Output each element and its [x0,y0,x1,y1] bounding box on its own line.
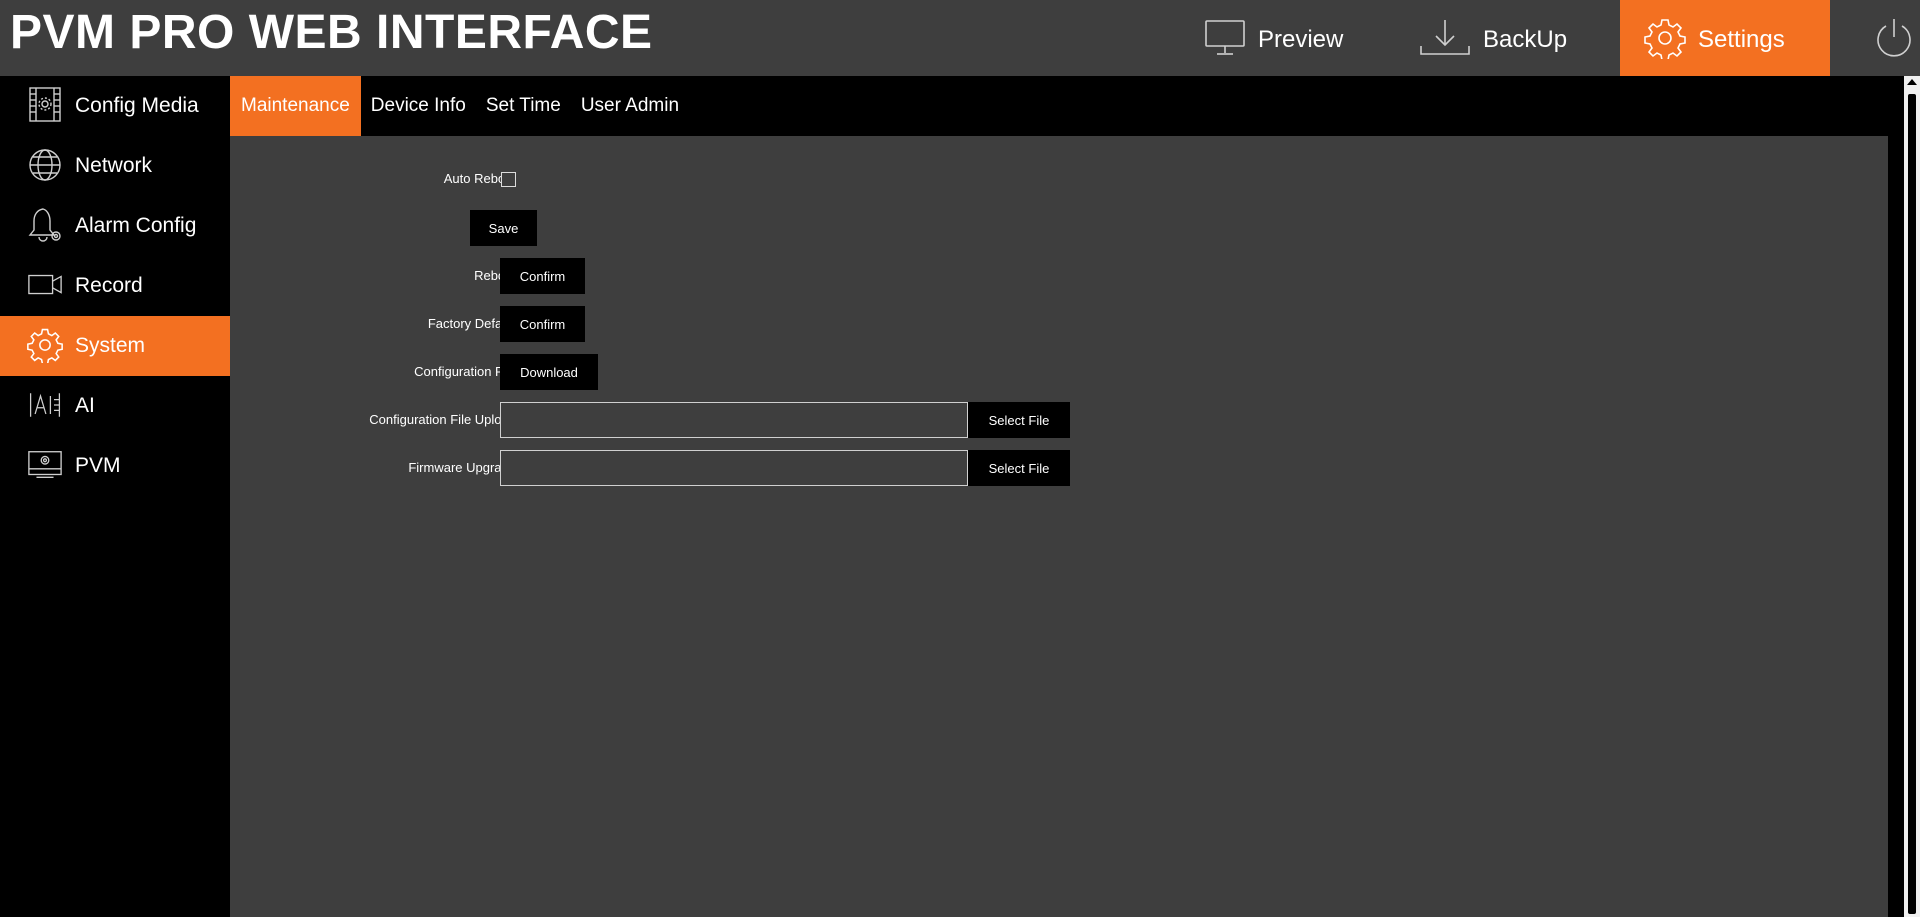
sidebar-item-label: PVM [75,454,121,477]
nav-backup[interactable]: BackUp [1419,0,1567,76]
auto-reboot-checkbox[interactable] [501,172,516,187]
sidebar-item-ai[interactable]: AI [0,376,230,436]
tab-set-time[interactable]: Set Time [476,76,571,136]
tab-bar: Maintenance Device Info Set Time User Ad… [230,76,1898,136]
video-camera-icon [27,266,63,304]
tab-user-admin[interactable]: User Admin [571,76,689,136]
sidebar-item-label: Alarm Config [75,214,197,237]
sidebar-item-system[interactable]: System [0,316,230,376]
top-bar: PVM PRO WEB INTERFACE Preview BackUp Set… [0,0,1920,76]
scroll-up-arrow-icon[interactable] [1907,79,1917,85]
scrollbar-thumb[interactable] [1908,94,1916,914]
sidebar-item-record[interactable]: Record [0,256,230,316]
reboot-confirm-button[interactable]: Confirm [500,258,585,294]
bell-icon [27,206,63,244]
firmware-select-file-button[interactable]: Select File [968,450,1070,486]
download-icon [1419,18,1471,58]
tab-maintenance[interactable]: Maintenance [230,76,361,136]
firmware-upgrade-field[interactable] [500,450,968,486]
scrollbar[interactable] [1904,76,1920,917]
sidebar: Config Media Network Alarm Config Record… [0,76,230,917]
sidebar-item-label: Record [75,274,143,297]
globe-icon [27,146,63,184]
nav-settings-label: Settings [1698,26,1785,53]
nav-preview[interactable]: Preview [1204,0,1343,76]
configuration-select-file-button[interactable]: Select File [968,402,1070,438]
sidebar-item-pvm[interactable]: PVM [0,436,230,496]
configuration-upload-label: Configuration File Upload [369,412,516,427]
power-icon [1874,19,1914,63]
gear-icon [1644,17,1686,59]
tab-device-info[interactable]: Device Info [361,76,476,136]
maintenance-panel: Auto Reboot Save Reboot Confirm Factory … [230,136,1888,917]
save-button[interactable]: Save [470,210,537,246]
nav-backup-label: BackUp [1483,26,1568,53]
gear-icon [27,326,63,364]
sidebar-item-label: Config Media [75,94,199,117]
configuration-download-button[interactable]: Download [500,354,598,390]
sidebar-item-config-media[interactable]: Config Media [0,76,230,136]
sidebar-item-label: System [75,334,146,357]
sidebar-item-label: AI [75,394,95,417]
film-config-icon [27,86,63,124]
sidebar-item-alarm-config[interactable]: Alarm Config [0,196,230,256]
app-title: PVM PRO WEB INTERFACE [10,6,653,59]
sidebar-item-label: Network [75,154,153,177]
factory-default-confirm-button[interactable]: Confirm [500,306,585,342]
sidebar-item-network[interactable]: Network [0,136,230,196]
pvm-monitor-icon [27,446,63,484]
ai-icon [27,386,63,424]
nav-preview-label: Preview [1258,26,1344,53]
nav-settings[interactable]: Settings [1620,0,1830,76]
power-button[interactable] [1874,17,1914,64]
configuration-upload-field[interactable] [500,402,968,438]
monitor-icon [1204,19,1246,57]
